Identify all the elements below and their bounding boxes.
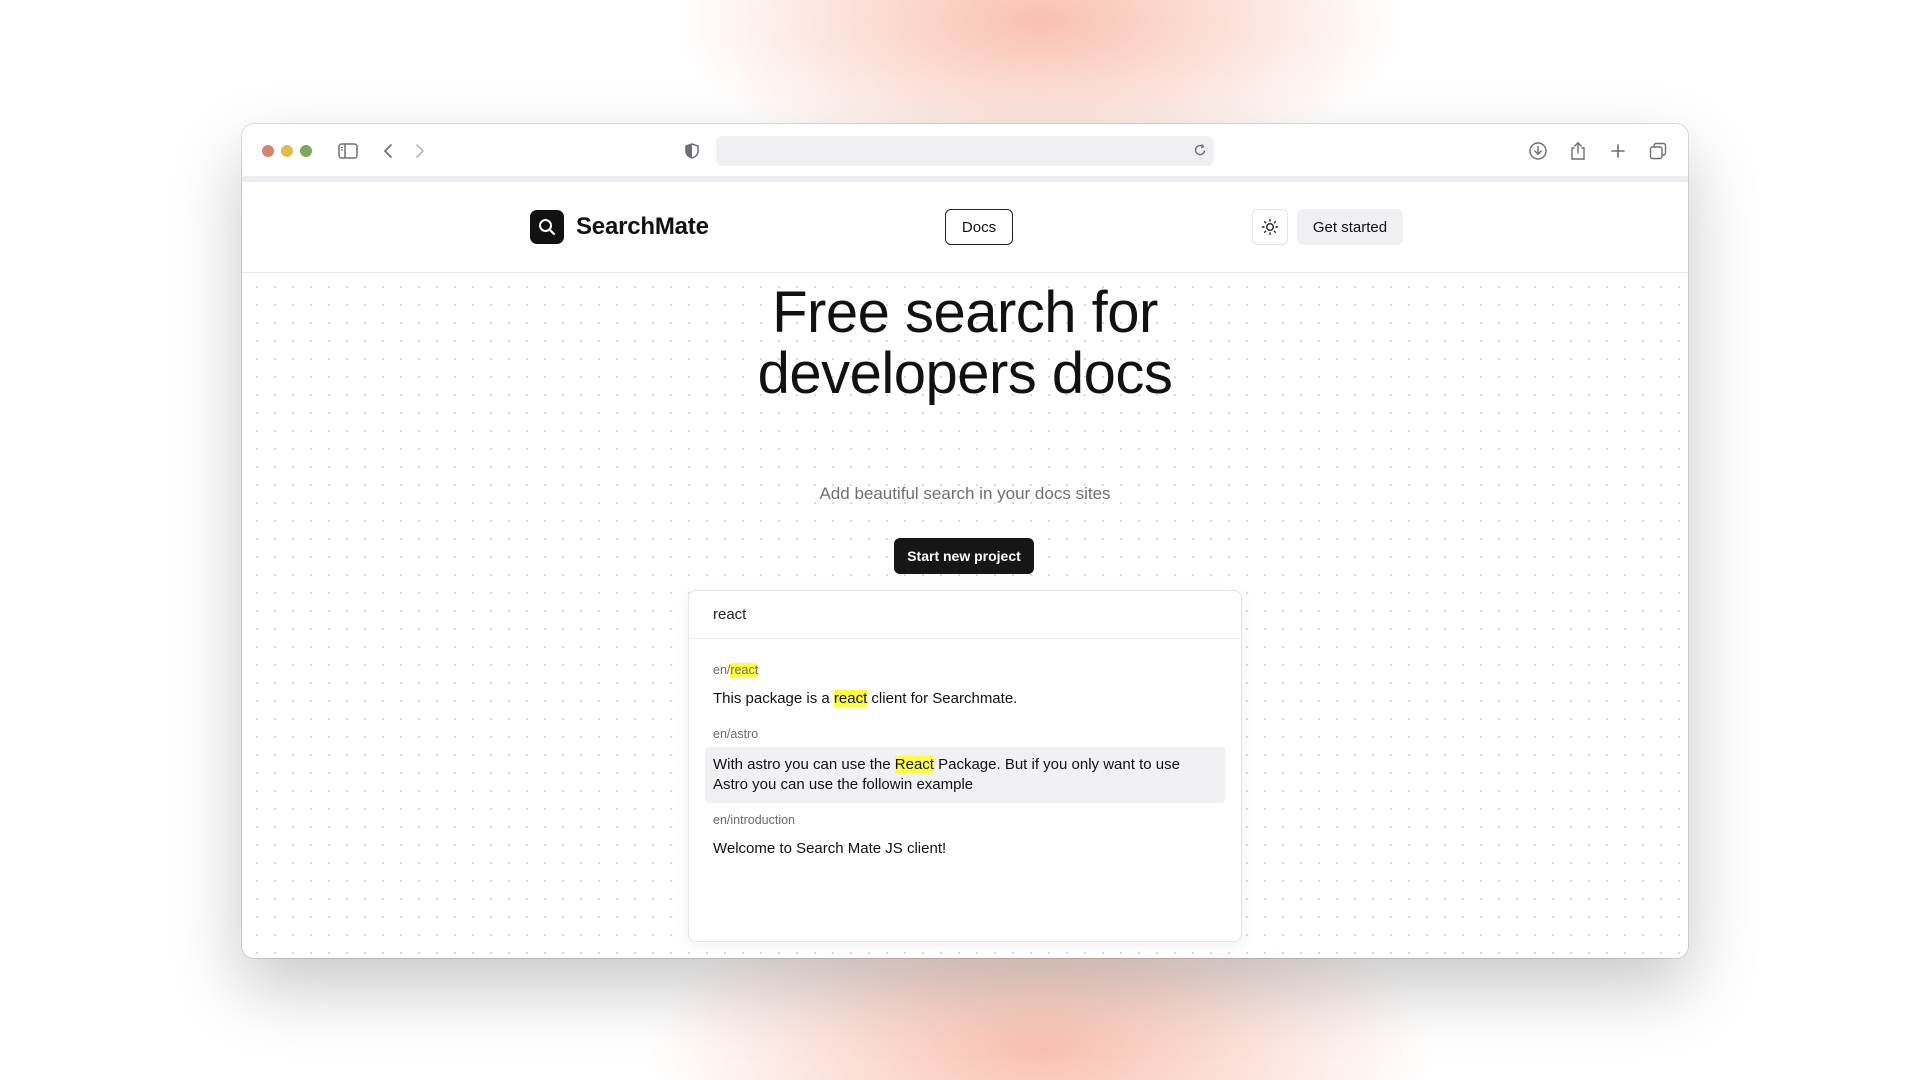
start-new-project-button[interactable]: Start new project: [894, 538, 1034, 574]
forward-icon[interactable]: [408, 139, 432, 163]
close-window-button[interactable]: [262, 145, 274, 157]
address-bar[interactable]: [716, 136, 1214, 166]
download-icon[interactable]: [1526, 139, 1550, 163]
docs-button[interactable]: Docs: [945, 209, 1013, 245]
browser-window: SearchMate Docs Get started Free search …: [242, 124, 1688, 958]
result-path[interactable]: en/astro: [705, 727, 1225, 741]
search-input[interactable]: react: [689, 591, 1241, 639]
search-results: en/react This package is a react client …: [689, 639, 1241, 867]
shield-icon[interactable]: [680, 139, 704, 163]
new-tab-icon[interactable]: [1606, 139, 1630, 163]
result-item-active[interactable]: With astro you can use the React Package…: [705, 747, 1225, 803]
result-item[interactable]: Welcome to Search Mate JS client!: [705, 831, 1225, 867]
minimize-window-button[interactable]: [281, 145, 293, 157]
result-match-highlight: react: [833, 690, 868, 707]
tabs-overview-icon[interactable]: [1646, 139, 1670, 163]
result-match-highlight: React: [894, 756, 934, 773]
result-text-before: This package is a: [713, 690, 834, 707]
hero-title-line-1: Free search for: [772, 280, 1158, 345]
zoom-window-button[interactable]: [300, 145, 312, 157]
search-demo-panel: react en/react This package is a react c…: [688, 590, 1242, 942]
result-path[interactable]: en/introduction: [705, 813, 1225, 827]
hero-subtitle: Add beautiful search in your docs sites: [819, 484, 1111, 503]
page-content: SearchMate Docs Get started Free search …: [242, 182, 1688, 958]
result-text-before: With astro you can use the: [713, 756, 895, 773]
hero-title-line-2: developers docs: [757, 341, 1173, 406]
logo-text: SearchMate: [576, 213, 709, 240]
logo[interactable]: SearchMate: [530, 210, 709, 244]
reload-icon[interactable]: [1192, 142, 1208, 163]
result-path-prefix: en/: [713, 663, 731, 677]
search-logo-icon: [530, 210, 564, 244]
result-item[interactable]: This package is a react client for Searc…: [705, 681, 1225, 717]
result-path-highlight: react: [730, 663, 759, 677]
get-started-button[interactable]: Get started: [1297, 209, 1403, 245]
back-icon[interactable]: [376, 139, 400, 163]
sun-icon: [1261, 218, 1279, 236]
site-header: SearchMate Docs Get started: [242, 182, 1688, 273]
theme-toggle-button[interactable]: [1252, 209, 1288, 245]
hero-title: Free search for developers docs: [242, 282, 1688, 404]
share-icon[interactable]: [1566, 139, 1590, 163]
result-path[interactable]: en/react: [705, 663, 1225, 677]
sidebar-icon[interactable]: [336, 139, 360, 163]
result-text-after: client for Searchmate.: [867, 690, 1018, 707]
browser-toolbar: [242, 124, 1688, 182]
